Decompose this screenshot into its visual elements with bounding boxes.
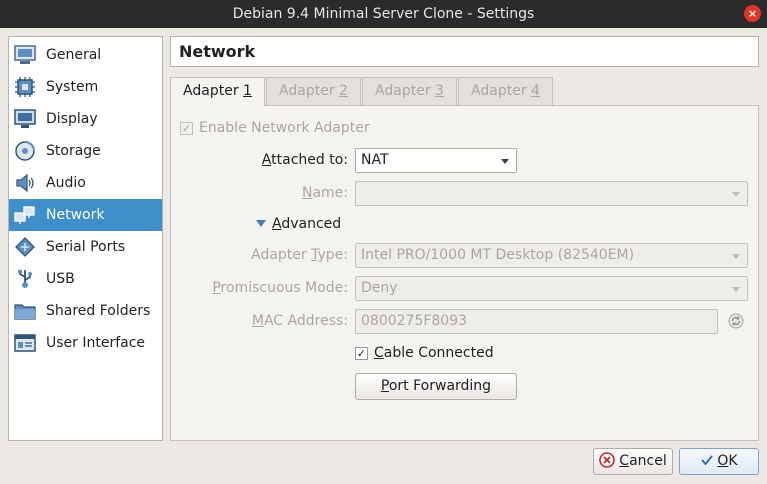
name-select[interactable] bbox=[355, 181, 748, 206]
tab-label-mnemonic: 1 bbox=[243, 83, 252, 99]
sidebar-item-usb[interactable]: USB bbox=[9, 263, 162, 295]
expand-triangle-icon bbox=[256, 220, 266, 227]
sidebar-item-network[interactable]: Network bbox=[9, 199, 162, 231]
tab-label: Adapter bbox=[279, 83, 340, 99]
enable-adapter-label: Enable Network Adapter bbox=[199, 120, 370, 136]
cable-connected-checkbox[interactable]: ✓ bbox=[355, 347, 368, 360]
cable-connected-label: Cable Connected bbox=[374, 345, 494, 361]
display-icon bbox=[14, 108, 36, 130]
tab-label-mnemonic: 3 bbox=[435, 83, 444, 99]
sidebar-item-storage[interactable]: Storage bbox=[9, 135, 162, 167]
chevron-down-icon bbox=[732, 287, 740, 292]
close-icon: × bbox=[747, 7, 758, 20]
promiscuous-mode-value: Deny bbox=[361, 280, 398, 296]
name-label: Name: bbox=[301, 185, 348, 201]
usb-icon bbox=[14, 268, 36, 290]
tab-adapter-1[interactable]: Adapter 1 bbox=[170, 77, 265, 106]
sidebar-item-label: Display bbox=[46, 111, 98, 127]
tab-label-mnemonic: 4 bbox=[531, 83, 540, 99]
tab-label-mnemonic: 2 bbox=[339, 83, 348, 99]
port-forwarding-button[interactable]: Port Forwarding bbox=[355, 373, 517, 400]
mac-address-label: MAC Address: bbox=[251, 313, 348, 329]
attached-to-label: Attached to: bbox=[261, 152, 348, 168]
promiscuous-mode-label: Promiscuous Mode: bbox=[212, 280, 348, 296]
tab-label: Adapter bbox=[183, 83, 244, 99]
sidebar-item-label: General bbox=[46, 47, 102, 63]
sidebar-item-shared-folders[interactable]: Shared Folders bbox=[9, 295, 162, 327]
adapter-type-select[interactable]: Intel PRO/1000 MT Desktop (82540EM) bbox=[355, 243, 748, 268]
chevron-down-icon bbox=[732, 254, 740, 259]
serial-ports-icon bbox=[14, 236, 36, 258]
shared-folders-icon bbox=[14, 300, 36, 322]
network-icon bbox=[14, 204, 36, 226]
enable-adapter-checkbox[interactable]: ✓ bbox=[180, 122, 193, 135]
tab-adapter-4[interactable]: Adapter 4 bbox=[458, 77, 553, 105]
sidebar-item-label: System bbox=[46, 79, 99, 95]
sidebar-item-audio[interactable]: Audio bbox=[9, 167, 162, 199]
page-title: Network bbox=[170, 36, 759, 67]
ok-button[interactable]: OK bbox=[679, 448, 759, 475]
sidebar-item-label: User Interface bbox=[46, 335, 146, 351]
adapter-type-label: Adapter Type: bbox=[251, 247, 348, 263]
sidebar-item-serial-ports[interactable]: Serial Ports bbox=[9, 231, 162, 263]
settings-window: General System Display Storage Audio Net… bbox=[0, 28, 767, 484]
promiscuous-mode-select[interactable]: Deny bbox=[355, 276, 748, 301]
sidebar-item-label: Serial Ports bbox=[46, 239, 126, 255]
chevron-down-icon bbox=[732, 192, 740, 197]
close-button[interactable]: × bbox=[744, 5, 761, 22]
title-bar: Debian 9.4 Minimal Server Clone - Settin… bbox=[0, 0, 767, 28]
sidebar-item-general[interactable]: General bbox=[9, 39, 162, 71]
storage-icon bbox=[14, 140, 36, 162]
cancel-icon bbox=[599, 452, 616, 477]
sidebar-item-label: Shared Folders bbox=[46, 303, 151, 319]
audio-icon bbox=[14, 172, 36, 194]
checkmark-icon bbox=[700, 451, 714, 476]
mac-address-field[interactable]: 0800275F8093 bbox=[355, 309, 718, 334]
sidebar-item-system[interactable]: System bbox=[9, 71, 162, 103]
sidebar-item-user-interface[interactable]: User Interface bbox=[9, 327, 162, 359]
sidebar-item-label: Audio bbox=[46, 175, 86, 191]
sidebar-item-display[interactable]: Display bbox=[9, 103, 162, 135]
chevron-down-icon bbox=[501, 159, 509, 164]
attached-to-value: NAT bbox=[361, 152, 389, 168]
tab-adapter-3[interactable]: Adapter 3 bbox=[362, 77, 457, 105]
user-interface-icon bbox=[14, 332, 36, 354]
system-icon bbox=[14, 76, 36, 98]
sidebar-item-label: USB bbox=[46, 271, 75, 287]
sidebar-item-label: Network bbox=[46, 207, 105, 223]
tab-adapter-2[interactable]: Adapter 2 bbox=[266, 77, 361, 105]
advanced-toggle[interactable]: Advanced bbox=[256, 216, 341, 232]
attached-to-select[interactable]: NAT bbox=[355, 148, 517, 173]
settings-sidebar: General System Display Storage Audio Net… bbox=[8, 36, 163, 441]
sidebar-item-label: Storage bbox=[46, 143, 101, 159]
cancel-button[interactable]: Cancel bbox=[593, 448, 673, 475]
general-icon bbox=[14, 44, 36, 66]
refresh-icon[interactable] bbox=[728, 313, 744, 329]
tab-label: Adapter bbox=[375, 83, 436, 99]
tab-label: Adapter bbox=[471, 83, 532, 99]
window-title: Debian 9.4 Minimal Server Clone - Settin… bbox=[232, 6, 535, 22]
adapter-type-value: Intel PRO/1000 MT Desktop (82540EM) bbox=[361, 247, 635, 263]
